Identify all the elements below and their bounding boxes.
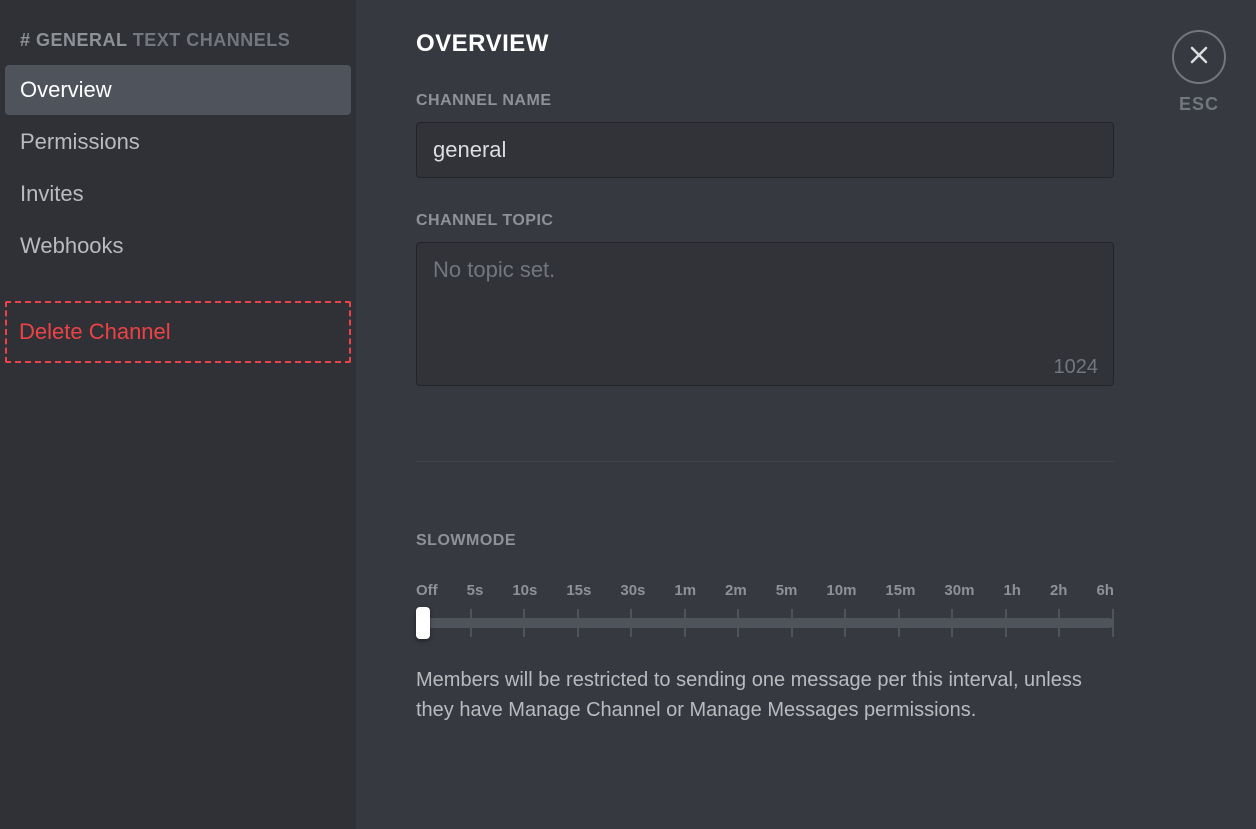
delete-channel-highlight: Delete Channel (5, 301, 351, 363)
slowmode-tick: 5s (467, 582, 484, 599)
slowmode-tick: 15m (885, 582, 915, 599)
slowmode-thumb[interactable] (416, 607, 430, 639)
close-button[interactable] (1172, 30, 1226, 84)
slowmode-tick: 15s (566, 582, 591, 599)
slowmode-tick: 1h (1003, 582, 1021, 599)
slowmode-tick: 5m (776, 582, 798, 599)
sidebar-item-invites[interactable]: Invites (5, 169, 351, 219)
slowmode-help-text: Members will be restricted to sending on… (416, 665, 1114, 725)
slowmode-tick: 30s (620, 582, 645, 599)
slowmode-tick: 2m (725, 582, 747, 599)
slowmode-tick: 10m (826, 582, 856, 599)
slowmode-tick: 30m (944, 582, 974, 599)
slowmode-tick: 2h (1050, 582, 1068, 599)
sidebar-channel-name: GENERAL (36, 30, 127, 50)
channel-name-input[interactable] (416, 122, 1114, 178)
close-wrap: ESC (1172, 30, 1226, 115)
channel-topic-wrap: 1024 (416, 242, 1114, 391)
channel-topic-label: CHANNEL TOPIC (416, 212, 1196, 230)
hash-icon: # (20, 30, 31, 50)
channel-topic-input[interactable] (416, 242, 1114, 386)
sidebar-item-label: Permissions (20, 129, 140, 154)
slowmode-tick: Off (416, 582, 438, 599)
sidebar-item-overview[interactable]: Overview (5, 65, 351, 115)
slowmode-tick: 10s (512, 582, 537, 599)
section-divider (416, 461, 1114, 462)
delete-channel-button[interactable]: Delete Channel (7, 303, 349, 361)
sidebar-item-permissions[interactable]: Permissions (5, 117, 351, 167)
sidebar-item-webhooks[interactable]: Webhooks (5, 221, 351, 271)
sidebar-item-label: Overview (20, 77, 112, 102)
settings-sidebar: # GENERAL TEXT CHANNELS Overview Permiss… (0, 0, 356, 829)
slowmode-tick: 1m (674, 582, 696, 599)
sidebar-header: # GENERAL TEXT CHANNELS (5, 30, 351, 51)
esc-label: ESC (1172, 94, 1226, 115)
slowmode-track-ticks (416, 609, 1114, 637)
channel-name-label: CHANNEL NAME (416, 92, 1196, 110)
page-title: OVERVIEW (416, 30, 1196, 58)
settings-content: ESC OVERVIEW CHANNEL NAME CHANNEL TOPIC … (356, 0, 1256, 829)
slowmode-track[interactable] (416, 607, 1114, 639)
sidebar-item-label: Invites (20, 181, 84, 206)
slowmode-tick-labels: Off 5s 10s 15s 30s 1m 2m 5m 10m 15m 30m … (416, 582, 1114, 599)
close-icon (1188, 44, 1210, 71)
slowmode-tick: 6h (1096, 582, 1114, 599)
delete-channel-label: Delete Channel (19, 319, 171, 344)
sidebar-category: TEXT CHANNELS (133, 30, 291, 50)
slowmode-label: SLOWMODE (416, 532, 1196, 550)
sidebar-item-label: Webhooks (20, 233, 124, 258)
slowmode-slider[interactable]: Off 5s 10s 15s 30s 1m 2m 5m 10m 15m 30m … (416, 582, 1114, 639)
